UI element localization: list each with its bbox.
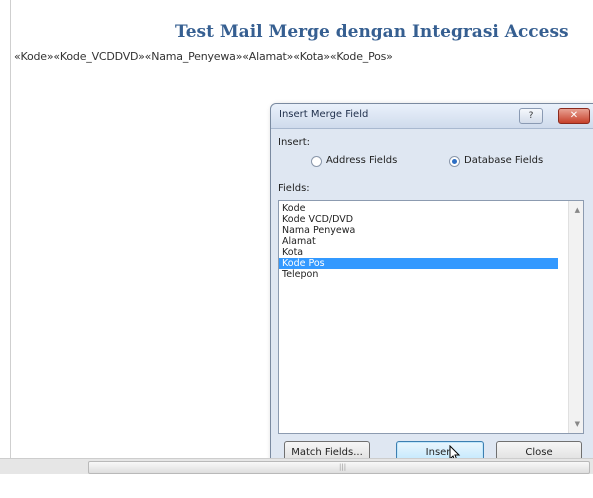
- database-fields-radio[interactable]: [449, 156, 460, 167]
- dialog-title: Insert Merge Field: [279, 109, 369, 120]
- scroll-up-icon[interactable]: ▲: [575, 206, 580, 214]
- insert-label: Insert:: [278, 137, 311, 148]
- horizontal-scroll-thumb[interactable]: |||: [88, 461, 590, 474]
- help-button[interactable]: ?: [519, 108, 543, 124]
- field-list-item[interactable]: Kode Pos: [279, 258, 558, 269]
- fields-label: Fields:: [278, 183, 310, 194]
- insert-merge-field-dialog: Insert Merge Field ? ✕ Insert: Address F…: [270, 103, 593, 471]
- field-list-item[interactable]: Telepon: [279, 269, 558, 280]
- database-fields-label[interactable]: Database Fields: [464, 155, 543, 166]
- scroll-grip-icon: |||: [339, 463, 347, 471]
- dialog-titlebar[interactable]: Insert Merge Field ? ✕: [271, 104, 593, 129]
- field-list-item[interactable]: Kode VCD/DVD: [279, 214, 558, 225]
- field-list-item[interactable]: Nama Penyewa: [279, 225, 558, 236]
- listbox-scrollbar[interactable]: ▲ ▼: [568, 201, 583, 433]
- scroll-down-icon[interactable]: ▼: [575, 420, 580, 428]
- close-icon[interactable]: ✕: [558, 108, 590, 124]
- address-fields-radio[interactable]: [311, 156, 322, 167]
- field-list-item[interactable]: Alamat: [279, 236, 558, 247]
- document-title: Test Mail Merge dengan Integrasi Access: [175, 22, 569, 42]
- page-margin: [10, 0, 11, 460]
- fields-listbox[interactable]: Kode Kode VCD/DVD Nama Penyewa Alamat Kota Ko…: [278, 200, 584, 434]
- field-list-item[interactable]: Kota: [279, 247, 558, 258]
- fields-list: Kode Kode VCD/DVD Nama Penyewa Alamat Kota Ko…: [279, 201, 583, 280]
- horizontal-scrollbar[interactable]: |||: [0, 458, 593, 474]
- field-list-item[interactable]: Kode: [279, 203, 558, 214]
- merge-fields-line: «Kode»«Kode_VCDDVD»«Nama_Penyewa»«Alamat…: [14, 50, 393, 63]
- address-fields-label[interactable]: Address Fields: [326, 155, 397, 166]
